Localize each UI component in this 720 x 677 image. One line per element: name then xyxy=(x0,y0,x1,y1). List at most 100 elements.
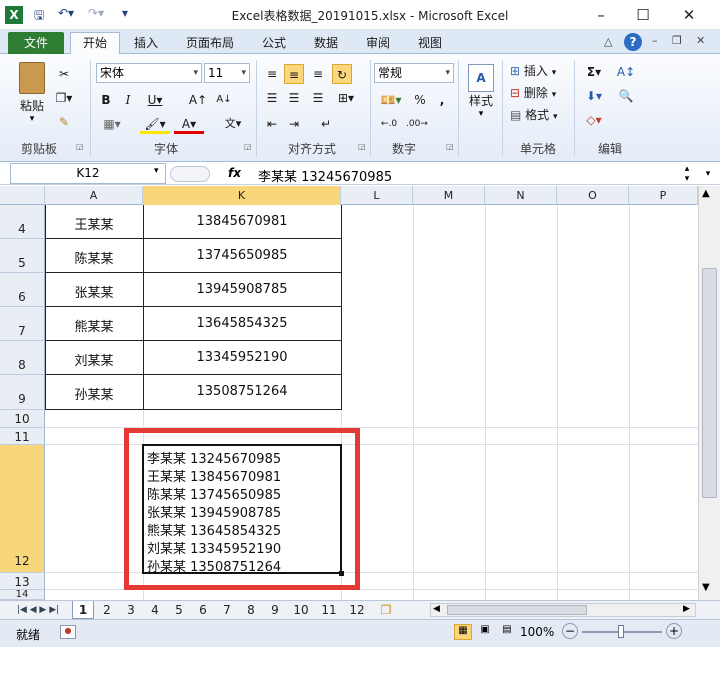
redo-icon[interactable]: ↷▾ xyxy=(88,6,104,24)
name-box[interactable]: K12 xyxy=(10,163,166,184)
phone-cell[interactable]: 13508751264 xyxy=(143,384,341,399)
font-launcher-icon[interactable]: ◲ xyxy=(244,142,252,151)
row-header-14[interactable]: 14 xyxy=(0,590,45,600)
autosum-icon[interactable]: Σ▾ xyxy=(580,62,608,82)
align-bottom-icon[interactable]: ≡ xyxy=(308,64,328,84)
phone-cell[interactable]: 13645854325 xyxy=(143,316,341,331)
maximize-button[interactable]: ☐ xyxy=(620,0,666,30)
column-header-p[interactable]: P xyxy=(629,186,698,205)
decrease-indent-icon[interactable]: ⇤ xyxy=(262,114,282,134)
copy-icon[interactable]: ❐▾ xyxy=(54,88,74,108)
sheet-tab-12[interactable]: 12 xyxy=(344,601,370,619)
fill-icon[interactable]: ⬇▾ xyxy=(580,86,608,106)
name-box-dropdown-icon[interactable]: ▾ xyxy=(154,166,159,176)
name-cell[interactable]: 熊某某 xyxy=(45,316,143,335)
align-right-icon[interactable]: ☰ xyxy=(308,88,328,108)
fill-color-icon[interactable]: 🖌▾ xyxy=(140,114,170,134)
row-header-7[interactable]: 7 xyxy=(0,307,45,341)
customize-qat-icon[interactable]: ▾ xyxy=(122,6,128,24)
sheet-tab-10[interactable]: 10 xyxy=(288,601,314,619)
sheet-nav-buttons[interactable]: |◀ ◀ ▶ ▶| xyxy=(6,601,70,619)
number-launcher-icon[interactable]: ◲ xyxy=(446,142,454,151)
bold-button[interactable]: B xyxy=(96,90,116,110)
scroll-thumb[interactable] xyxy=(702,268,717,498)
delete-cells-button[interactable]: ⊟ 删除 ▾ xyxy=(510,84,556,104)
increase-decimal-icon[interactable]: ←.0 xyxy=(376,114,402,134)
font-size-combo[interactable]: 11 ▾ xyxy=(204,63,250,83)
page-break-view-icon[interactable]: ▤ xyxy=(498,624,516,640)
row-header-10[interactable]: 10 xyxy=(0,410,45,428)
font-color-icon[interactable]: A▾ xyxy=(174,114,204,134)
zoom-slider-thumb[interactable] xyxy=(618,625,624,638)
align-left-icon[interactable]: ☰ xyxy=(262,88,282,108)
expand-formula-icon[interactable]: ▴ ▾ xyxy=(680,164,694,184)
zoom-out-icon[interactable]: − xyxy=(562,623,578,639)
decrease-decimal-icon[interactable]: .00→ xyxy=(404,114,430,134)
orientation-icon[interactable]: ↻ xyxy=(332,64,352,84)
italic-button[interactable]: I xyxy=(118,90,138,110)
workbook-minimize-icon[interactable]: – xyxy=(652,34,658,47)
tab-view[interactable]: 视图 xyxy=(410,33,450,53)
row-header-9[interactable]: 9 xyxy=(0,375,45,410)
phone-cell[interactable]: 13745650985 xyxy=(143,248,341,263)
normal-view-icon[interactable]: ▦ xyxy=(454,624,472,640)
formula-splitter[interactable] xyxy=(170,166,210,182)
column-header-o[interactable]: O xyxy=(557,186,629,205)
horizontal-scrollbar[interactable]: ◀ ▶ xyxy=(430,603,696,617)
tab-insert[interactable]: 插入 xyxy=(126,33,166,53)
find-select-icon[interactable]: 🔍 xyxy=(612,86,640,106)
formula-bar-scroll[interactable]: ▾ xyxy=(700,164,716,184)
sheet-tab-8[interactable]: 8 xyxy=(240,601,262,619)
borders-icon[interactable]: ▦▾ xyxy=(96,114,128,134)
align-top-icon[interactable]: ≡ xyxy=(262,64,282,84)
number-format-combo[interactable]: 常规 ▾ xyxy=(374,63,454,83)
close-button[interactable]: ✕ xyxy=(666,0,712,30)
tab-file[interactable]: 文件 xyxy=(8,32,64,54)
row-header-5[interactable]: 5 xyxy=(0,239,45,273)
column-header-k[interactable]: K xyxy=(143,186,341,205)
column-header-n[interactable]: N xyxy=(485,186,557,205)
align-center-icon[interactable]: ☰ xyxy=(284,88,304,108)
sheet-tab-3[interactable]: 3 xyxy=(120,601,142,619)
minimize-button[interactable]: – xyxy=(578,0,624,30)
page-layout-view-icon[interactable]: ▣ xyxy=(476,624,494,640)
sheet-tab-9[interactable]: 9 xyxy=(264,601,286,619)
minimize-ribbon-icon[interactable]: △ xyxy=(604,35,612,48)
tab-home[interactable]: 开始 xyxy=(70,32,120,55)
align-middle-icon[interactable]: ≡ xyxy=(284,64,304,84)
accounting-format-icon[interactable]: 💴▾ xyxy=(376,90,406,110)
name-cell[interactable]: 张某某 xyxy=(45,282,143,301)
sheet-tab-4[interactable]: 4 xyxy=(144,601,166,619)
row-header-13[interactable]: 13 xyxy=(0,573,45,590)
save-icon[interactable]: 🖫 xyxy=(34,6,44,24)
scroll-up-icon[interactable]: ▲ xyxy=(702,188,710,199)
cut-icon[interactable]: ✂ xyxy=(54,64,74,84)
phonetic-icon[interactable]: 文▾ xyxy=(218,114,248,134)
percent-button[interactable]: % xyxy=(410,90,430,110)
styles-button[interactable]: A 样式 ▾ xyxy=(464,60,498,130)
paste-button[interactable]: 粘贴 ▾ xyxy=(14,60,50,126)
merge-center-icon[interactable]: ⊞▾ xyxy=(332,88,360,108)
select-all-corner[interactable] xyxy=(0,186,45,205)
decrease-font-icon[interactable]: A↓ xyxy=(212,90,236,110)
format-cells-button[interactable]: ▤ 格式 ▾ xyxy=(510,106,558,126)
font-name-combo[interactable]: 宋体 ▾ xyxy=(96,63,202,83)
name-cell[interactable]: 孙某某 xyxy=(45,384,143,403)
name-cell[interactable]: 陈某某 xyxy=(45,248,143,267)
underline-button[interactable]: U▾ xyxy=(142,90,168,110)
column-header-l[interactable]: L xyxy=(341,186,413,205)
formula-input[interactable]: 李某某 13245670985 xyxy=(258,166,392,185)
insert-sheet-icon[interactable]: ❐ xyxy=(376,601,396,619)
name-cell[interactable]: 王某某 xyxy=(45,214,143,233)
macro-record-icon[interactable]: ● xyxy=(60,625,76,639)
help-icon[interactable]: ? xyxy=(624,33,642,51)
sheet-tab-6[interactable]: 6 xyxy=(192,601,214,619)
row-header-8[interactable]: 8 xyxy=(0,341,45,375)
tab-data[interactable]: 数据 xyxy=(306,33,346,53)
vertical-scrollbar[interactable]: ▲ ▼ xyxy=(698,186,720,600)
tab-formulas[interactable]: 公式 xyxy=(254,33,294,53)
fill-handle[interactable] xyxy=(339,571,344,576)
increase-font-icon[interactable]: A↑ xyxy=(186,90,210,110)
sheet-tab-1[interactable]: 1 xyxy=(72,601,94,619)
row-header-6[interactable]: 6 xyxy=(0,273,45,307)
